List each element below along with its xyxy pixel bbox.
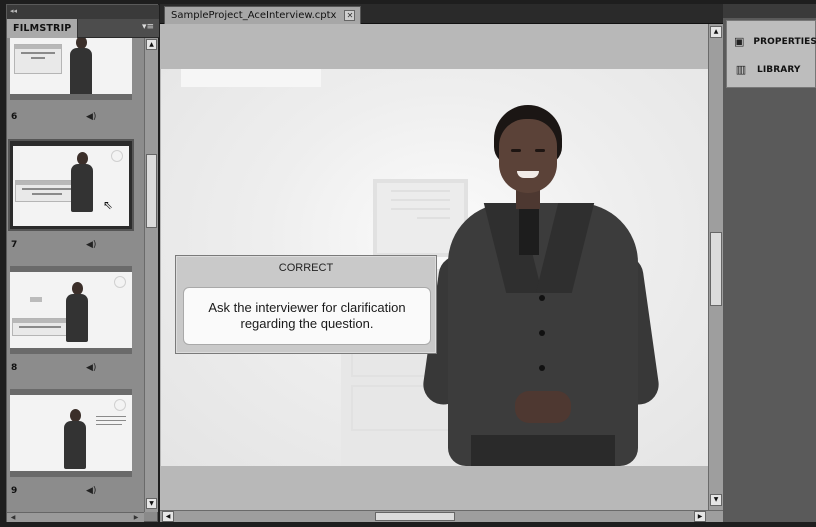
presenter-image[interactable]	[420, 105, 662, 466]
clock-icon	[114, 276, 126, 288]
slide-number: 6	[11, 112, 18, 122]
person-figure	[62, 409, 88, 469]
background-light	[181, 69, 321, 87]
collapsed-panel-group: ▣ PROPERTIES ▥ LIBRARY	[726, 20, 816, 88]
scroll-down-icon[interactable]: ▼	[710, 494, 722, 506]
scroll-up-icon[interactable]: ▲	[146, 39, 157, 50]
library-icon: ▥	[735, 63, 747, 76]
logo-mark	[16, 294, 56, 308]
slide-meta: 7 ◀)	[10, 240, 132, 256]
scroll-thumb[interactable]	[375, 512, 455, 521]
text-caption	[14, 44, 62, 74]
slide-number: 9	[11, 486, 18, 496]
workspace: CORRECT Ask the interviewer for clarific…	[160, 24, 708, 510]
speaker-icon[interactable]: ◀)	[86, 112, 96, 122]
panel-drag-strip[interactable]	[723, 4, 816, 18]
panel-drag-strip[interactable]: ◂◂	[7, 5, 159, 19]
library-label: LIBRARY	[757, 65, 801, 75]
slide-meta: 8 ◀)	[10, 363, 132, 379]
scroll-up-icon[interactable]: ▲	[710, 26, 722, 38]
document-tab-bar: SampleProject_AceInterview.cptx ✕	[160, 4, 723, 24]
scroll-down-icon[interactable]: ▼	[146, 498, 157, 509]
slide-stage[interactable]: CORRECT Ask the interviewer for clarific…	[161, 69, 708, 466]
text-block	[94, 413, 128, 429]
scroll-right-icon[interactable]: ▶	[694, 511, 706, 522]
properties-panel-button[interactable]: ▣ PROPERTIES	[733, 31, 816, 53]
mouse-cursor-icon: ⇖	[103, 198, 114, 212]
text-caption	[12, 318, 68, 336]
properties-icon: ▣	[734, 35, 745, 48]
person-figure	[68, 38, 94, 94]
scroll-left-icon[interactable]: ◀	[162, 511, 174, 522]
scroll-thumb[interactable]	[146, 154, 157, 228]
filmstrip-list: 6 ◀) ⇖ 7 ◀) 8 ◀) 9 ◀)	[7, 38, 144, 512]
feedback-title: CORRECT	[278, 262, 334, 274]
slide-meta: 9 ◀)	[10, 486, 132, 502]
filmstrip-header: FILMSTRIP ▾≡	[7, 19, 159, 38]
filmstrip-vertical-scrollbar[interactable]: ▲ ▼	[144, 38, 158, 512]
grip-icon: ◂◂	[10, 7, 18, 15]
slide-preview	[10, 389, 132, 477]
clock-icon	[114, 399, 126, 411]
speaker-icon[interactable]: ◀)	[86, 486, 96, 496]
speaker-icon[interactable]: ◀)	[86, 363, 96, 373]
library-panel-button[interactable]: ▥ LIBRARY	[733, 59, 816, 81]
filmstrip-panel: ◂◂ FILMSTRIP ▾≡ 6 ◀) ⇖ 7 ◀) 8 ◀) 9 ◀) ▲ …	[6, 4, 159, 522]
person-figure	[69, 152, 95, 212]
slide-preview: ⇖	[8, 139, 134, 231]
slide-meta: 6 ◀)	[10, 112, 132, 128]
stage-vertical-scrollbar[interactable]: ▲ ▼	[708, 24, 723, 510]
captivate-window: ◂◂ FILMSTRIP ▾≡ 6 ◀) ⇖ 7 ◀) 8 ◀) 9 ◀) ▲ …	[0, 0, 816, 527]
slide-preview	[10, 266, 132, 354]
document-tab-label: SampleProject_AceInterview.cptx	[171, 10, 337, 21]
stage-horizontal-scrollbar[interactable]: ◀ ▶	[160, 510, 723, 522]
scroll-thumb[interactable]	[710, 232, 722, 306]
scroll-right-icon[interactable]: ▶	[131, 513, 141, 522]
slide-preview	[10, 38, 132, 100]
filmstrip-tab[interactable]: FILMSTRIP	[7, 19, 79, 38]
person-figure	[64, 282, 90, 342]
slide-number: 8	[11, 363, 18, 373]
scroll-left-icon[interactable]: ◀	[8, 513, 18, 522]
feedback-message: Ask the interviewer for clarification re…	[183, 287, 431, 345]
right-panel-dock: ▣ PROPERTIES ▥ LIBRARY	[723, 4, 816, 522]
close-icon[interactable]: ✕	[344, 10, 356, 21]
filmstrip-horizontal-scrollbar[interactable]: ◀ ▶	[7, 512, 144, 522]
properties-label: PROPERTIES	[753, 37, 816, 47]
feedback-caption[interactable]: CORRECT Ask the interviewer for clarific…	[175, 255, 437, 354]
speaker-icon[interactable]: ◀)	[86, 240, 96, 250]
clock-icon	[111, 150, 123, 162]
panel-menu-icon[interactable]: ▾≡	[142, 22, 154, 33]
slide-number: 7	[11, 240, 18, 250]
document-tab[interactable]: SampleProject_AceInterview.cptx ✕	[164, 6, 362, 24]
